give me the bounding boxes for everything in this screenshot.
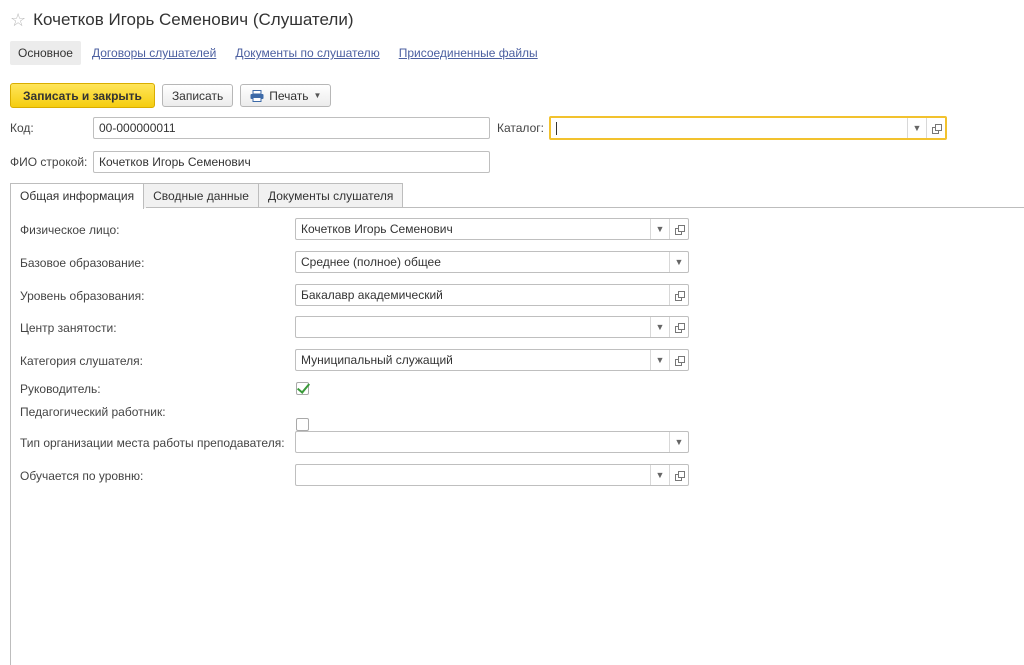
tab-divider: [146, 207, 1024, 208]
catalog-open-button[interactable]: [926, 118, 945, 138]
employment-center-open-button[interactable]: [669, 317, 688, 337]
fio-label: ФИО строкой:: [10, 155, 88, 169]
education-level-open-button[interactable]: [669, 285, 688, 305]
chevron-down-icon: ▼: [313, 91, 322, 100]
tab-bar: Общая информация Сводные данные Документ…: [10, 183, 404, 209]
open-icon: [674, 470, 685, 481]
physical-person-label: Физическое лицо:: [20, 223, 120, 237]
open-icon: [674, 224, 685, 235]
studies-level-open-button[interactable]: [669, 465, 688, 485]
star-icon[interactable]: ☆: [10, 11, 26, 29]
title-row: ☆ Кочетков Игорь Семенович (Слушатели): [10, 8, 354, 32]
studies-level-label: Обучается по уровню:: [20, 469, 144, 483]
listener-category-dropdown-button[interactable]: ▼: [650, 350, 669, 370]
print-button-label: Печать: [269, 88, 309, 103]
nav-item-documents[interactable]: Документы по слушателю: [227, 41, 387, 65]
text-cursor: [556, 121, 557, 135]
fio-value: Кочетков Игорь Семенович: [99, 155, 251, 169]
open-icon: [674, 355, 685, 366]
tab-listener-documents[interactable]: Документы слушателя: [257, 183, 404, 208]
print-button[interactable]: Печать ▼: [240, 84, 332, 107]
base-education-dropdown-button[interactable]: ▼: [669, 252, 688, 272]
listener-category-open-button[interactable]: [669, 350, 688, 370]
catalog-dropdown-button[interactable]: ▼: [907, 118, 926, 138]
nav-item-attached-files[interactable]: Присоединенные файлы: [391, 41, 546, 65]
org-type-label: Тип организации места работы преподавате…: [20, 436, 285, 450]
open-icon: [931, 123, 942, 134]
org-type-field[interactable]: ▼: [295, 431, 689, 453]
toolbar: Записать и закрыть Записать Печать ▼: [10, 83, 338, 108]
education-level-field[interactable]: Бакалавр академический: [295, 284, 689, 306]
org-type-dropdown-button[interactable]: ▼: [669, 432, 688, 452]
physical-person-value: Кочетков Игорь Семенович: [301, 222, 453, 236]
code-value: 00-000000011: [99, 121, 176, 135]
manager-checkbox[interactable]: [296, 382, 309, 395]
fio-field[interactable]: Кочетков Игорь Семенович: [93, 151, 490, 173]
base-education-field[interactable]: Среднее (полное) общее ▼: [295, 251, 689, 273]
section-nav: Основное Договоры слушателей Документы п…: [10, 41, 549, 65]
listener-category-label: Категория слушателя:: [20, 354, 143, 368]
employment-center-dropdown-button[interactable]: ▼: [650, 317, 669, 337]
tab-summary-data[interactable]: Сводные данные: [143, 183, 259, 208]
code-field[interactable]: 00-000000011: [93, 117, 490, 139]
base-education-label: Базовое образование:: [20, 256, 145, 270]
printer-icon: [250, 89, 264, 102]
physical-person-dropdown-button[interactable]: ▼: [650, 219, 669, 239]
catalog-field[interactable]: ▼: [549, 116, 947, 140]
listener-category-field[interactable]: Муниципальный служащий ▼: [295, 349, 689, 371]
employment-center-label: Центр занятости:: [20, 321, 117, 335]
pedagogical-worker-label: Педагогический работник:: [20, 405, 166, 419]
education-level-label: Уровень образования:: [20, 289, 145, 303]
listener-category-value: Муниципальный служащий: [301, 353, 453, 367]
catalog-label: Каталог:: [497, 121, 544, 135]
studies-level-field[interactable]: ▼: [295, 464, 689, 486]
studies-level-dropdown-button[interactable]: ▼: [650, 465, 669, 485]
open-icon: [674, 322, 685, 333]
save-button[interactable]: Записать: [161, 84, 234, 107]
base-education-value: Среднее (полное) общее: [301, 255, 441, 269]
code-label: Код:: [10, 121, 34, 135]
panel-border: [10, 207, 11, 665]
nav-item-main[interactable]: Основное: [10, 41, 81, 65]
manager-label: Руководитель:: [20, 382, 101, 396]
employment-center-field[interactable]: ▼: [295, 316, 689, 338]
nav-item-contracts[interactable]: Договоры слушателей: [84, 41, 224, 65]
physical-person-open-button[interactable]: [669, 219, 688, 239]
save-and-close-button[interactable]: Записать и закрыть: [10, 83, 155, 108]
education-level-value: Бакалавр академический: [301, 288, 443, 302]
physical-person-field[interactable]: Кочетков Игорь Семенович ▼: [295, 218, 689, 240]
open-icon: [674, 290, 685, 301]
pedagogical-worker-checkbox[interactable]: [296, 418, 309, 431]
tab-general-info[interactable]: Общая информация: [10, 183, 145, 209]
page-title: Кочетков Игорь Семенович (Слушатели): [33, 10, 354, 29]
